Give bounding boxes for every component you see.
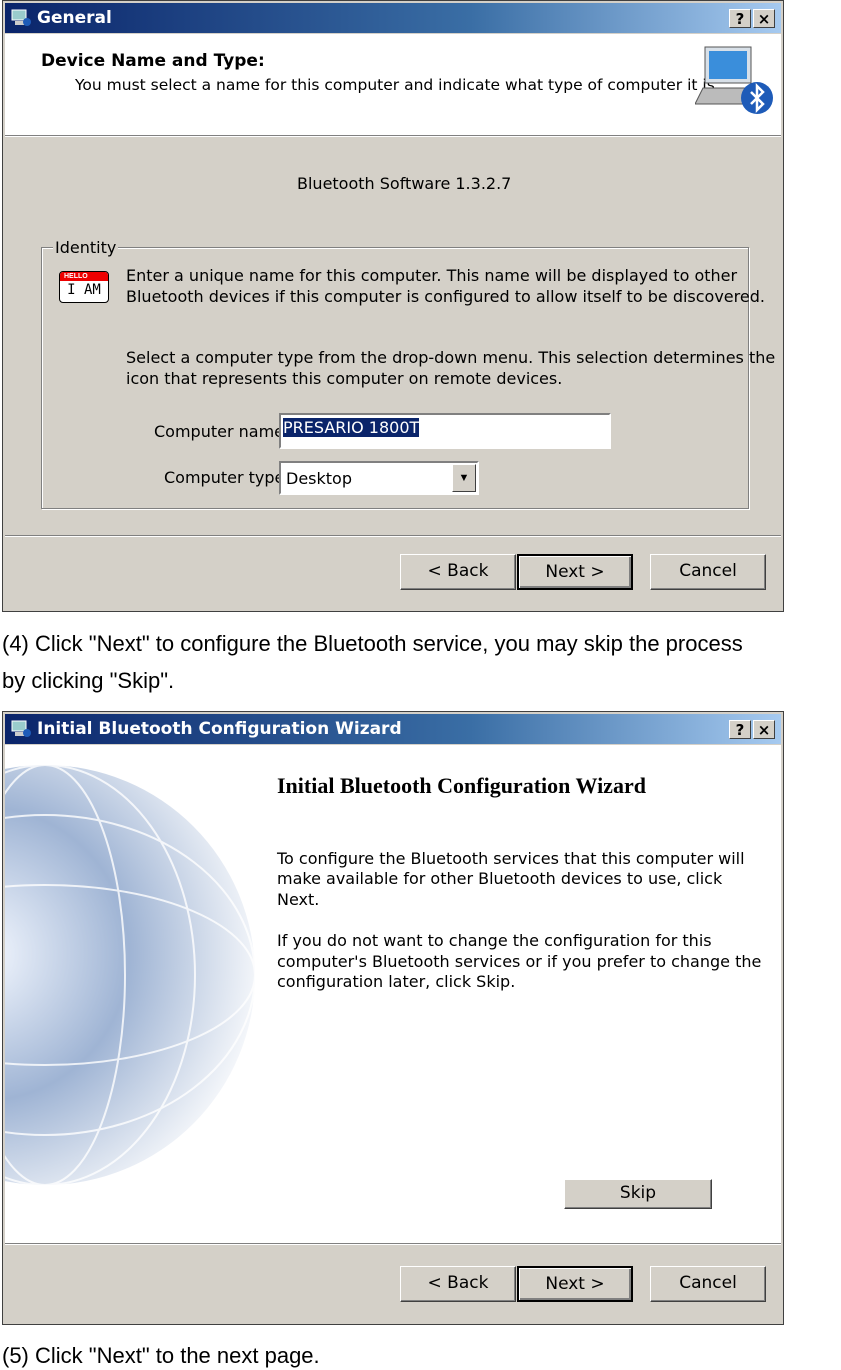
computer-type-value: Desktop xyxy=(286,469,352,488)
computer-name-input[interactable]: PRESARIO 1800T xyxy=(279,413,611,449)
wizard-heading: Initial Bluetooth Configuration Wizard xyxy=(277,773,646,798)
wizard-text: If you do not want to change the configu… xyxy=(277,931,712,950)
close-button[interactable]: × xyxy=(753,720,775,739)
back-button[interactable]: < Back xyxy=(400,1266,516,1302)
caption-step-4: (4) Click "Next" to configure the Blueto… xyxy=(2,631,743,656)
close-button[interactable]: × xyxy=(753,9,775,28)
name-tag-icon: HELLO I AM xyxy=(59,271,109,303)
instruction-text: Bluetooth devices if this computer is co… xyxy=(126,287,765,306)
title-bar: Initial Bluetooth Configuration Wizard ?… xyxy=(5,714,781,744)
chevron-down-icon[interactable]: ▼ xyxy=(452,464,476,492)
wizard-text: Next. xyxy=(277,890,320,909)
cancel-button[interactable]: Cancel xyxy=(650,554,766,590)
help-button[interactable]: ? xyxy=(729,720,751,739)
wizard-text: computer's Bluetooth services or if you … xyxy=(277,952,762,971)
wizard-text: make available for other Bluetooth devic… xyxy=(277,869,723,888)
globe-image xyxy=(5,764,255,1186)
wizard-dialog: Initial Bluetooth Configuration Wizard ?… xyxy=(2,711,784,1325)
version-label: Bluetooth Software 1.3.2.7 xyxy=(297,174,512,193)
help-button[interactable]: ? xyxy=(729,9,751,28)
bluetooth-computer-icon xyxy=(11,720,31,737)
window-title: Initial Bluetooth Configuration Wizard xyxy=(37,719,402,739)
identity-group-label: Identity xyxy=(53,238,119,257)
cancel-button[interactable]: Cancel xyxy=(650,1266,766,1302)
instruction-text: Enter a unique name for this computer. T… xyxy=(126,266,738,285)
wizard-panel: Initial Bluetooth Configuration Wizard T… xyxy=(5,745,781,1243)
header-subtitle: You must select a name for this computer… xyxy=(75,76,720,94)
wizard-text: To configure the Bluetooth services that… xyxy=(277,849,745,868)
computer-type-select[interactable]: Desktop ▼ xyxy=(279,461,479,495)
caption-step-4-cont: by clicking "Skip". xyxy=(2,668,175,693)
title-bar: General ? × xyxy=(5,3,781,33)
window-title: General xyxy=(37,8,112,28)
computer-name-value: PRESARIO 1800T xyxy=(283,418,420,437)
instruction-text: Select a computer type from the drop-dow… xyxy=(126,348,776,367)
back-button[interactable]: < Back xyxy=(400,554,516,590)
bluetooth-computer-icon xyxy=(695,46,773,114)
header-panel: Device Name and Type: You must select a … xyxy=(5,34,781,135)
wizard-text: configuration later, click Skip. xyxy=(277,972,516,991)
skip-button[interactable]: Skip xyxy=(564,1179,712,1209)
next-button[interactable]: Next > xyxy=(517,554,633,590)
general-dialog: General ? × Device Name and Type: You mu… xyxy=(2,0,784,612)
instruction-text: icon that represents this computer on re… xyxy=(126,369,563,388)
next-button[interactable]: Next > xyxy=(517,1266,633,1302)
bluetooth-computer-icon xyxy=(11,9,31,26)
caption-step-5: (5) Click "Next" to the next page. xyxy=(2,1343,320,1368)
computer-name-label: Computer name: xyxy=(154,422,290,441)
header-title: Device Name and Type: xyxy=(41,51,265,71)
computer-type-label: Computer type: xyxy=(164,468,290,487)
